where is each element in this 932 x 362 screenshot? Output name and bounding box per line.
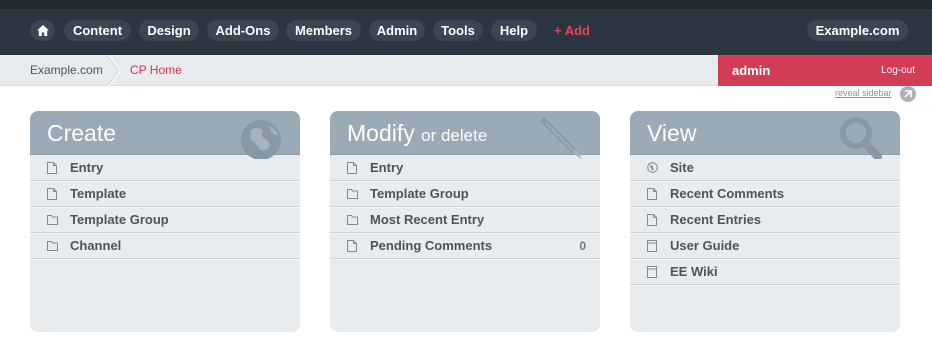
list-item[interactable]: Entry [30, 155, 300, 181]
list-item-label: Template Group [70, 212, 169, 227]
pending-comments-count: 0 [579, 239, 586, 253]
create-panel: Create Entry Template Template Group Cha… [30, 111, 300, 332]
folder-icon [347, 189, 358, 199]
list-item-label: Template [70, 186, 127, 201]
list-item[interactable]: Template Group [330, 181, 600, 207]
globe-icon [241, 120, 281, 159]
user-bar: admin Log-out [718, 55, 932, 86]
nav-add-link[interactable]: + Add [554, 20, 590, 41]
breadcrumb-root-link[interactable]: Example.com [30, 55, 103, 86]
list-item-label: Site [670, 160, 694, 175]
nav-tools[interactable]: Tools [433, 20, 483, 41]
list-item[interactable]: Site [630, 155, 900, 181]
folder-icon [47, 215, 58, 225]
document-icon [47, 162, 57, 174]
reveal-sidebar-link[interactable]: reveal sidebar [835, 88, 892, 98]
create-panel-title: Create [47, 120, 117, 146]
list-item[interactable]: User Guide [630, 233, 900, 259]
breadcrumb-separator-icon [106, 55, 122, 86]
document-icon [347, 162, 357, 174]
create-panel-header: Create [30, 111, 300, 159]
nav-content[interactable]: Content [64, 20, 131, 41]
book-icon [647, 266, 657, 278]
list-item[interactable]: Template Group [30, 207, 300, 233]
view-panel-title: View [647, 120, 697, 146]
list-item[interactable]: EE Wiki [630, 259, 900, 285]
folder-icon [347, 215, 358, 225]
document-icon [347, 240, 357, 252]
view-panel: View Site Recent Comments Recent Entries… [630, 111, 900, 332]
list-item-label: Channel [70, 238, 122, 253]
book-icon [647, 240, 657, 252]
nav-site-link[interactable]: Example.com [807, 20, 908, 41]
list-item[interactable]: Pending Comments 0 [330, 233, 600, 259]
modify-panel-title: Modify or delete [347, 120, 487, 147]
list-item[interactable]: Most Recent Entry [330, 207, 600, 233]
list-item-label: EE Wiki [670, 264, 718, 279]
list-item-label: Recent Entries [670, 212, 762, 227]
nav-admin[interactable]: Admin [369, 20, 425, 41]
list-item[interactable]: Entry [330, 155, 600, 181]
list-item-label: Most Recent Entry [370, 212, 485, 227]
list-item-label: Entry [70, 160, 104, 175]
list-item[interactable]: Recent Comments [630, 181, 900, 207]
nav-design[interactable]: Design [139, 20, 199, 41]
globe-small-icon [647, 162, 658, 173]
home-icon [36, 25, 49, 36]
document-icon [647, 214, 657, 226]
modify-title-sub: or delete [421, 126, 488, 145]
modify-panel: Modify or delete Entry Template Group Mo… [330, 111, 600, 332]
breadcrumb-current: CP Home [130, 63, 182, 77]
folder-icon [47, 241, 58, 251]
nav-help[interactable]: Help [491, 20, 537, 41]
list-item-label: Template Group [370, 186, 469, 201]
view-panel-header: View [630, 111, 900, 159]
reveal-sidebar-icon[interactable] [900, 86, 916, 102]
list-item-label: User Guide [670, 238, 740, 253]
modify-title-main: Modify [347, 120, 415, 146]
list-item[interactable]: Channel [30, 233, 300, 259]
user-name[interactable]: admin [732, 55, 770, 86]
modify-panel-header: Modify or delete [330, 111, 600, 159]
top-navigation: Content Design Add-Ons Members Admin Too… [0, 0, 932, 55]
home-button[interactable] [30, 20, 55, 41]
pencil-icon [540, 117, 582, 159]
nav-members[interactable]: Members [286, 20, 361, 41]
logout-link[interactable]: Log-out [881, 55, 915, 86]
document-icon [647, 188, 657, 200]
nav-add-ons[interactable]: Add-Ons [207, 20, 279, 41]
list-item[interactable]: Template [30, 181, 300, 207]
magnifier-icon [840, 117, 882, 159]
list-item-label: Pending Comments [370, 238, 493, 253]
list-item[interactable]: Recent Entries [630, 207, 900, 233]
document-icon [47, 188, 57, 200]
list-item-label: Recent Comments [670, 186, 785, 201]
list-item-label: Entry [370, 160, 404, 175]
